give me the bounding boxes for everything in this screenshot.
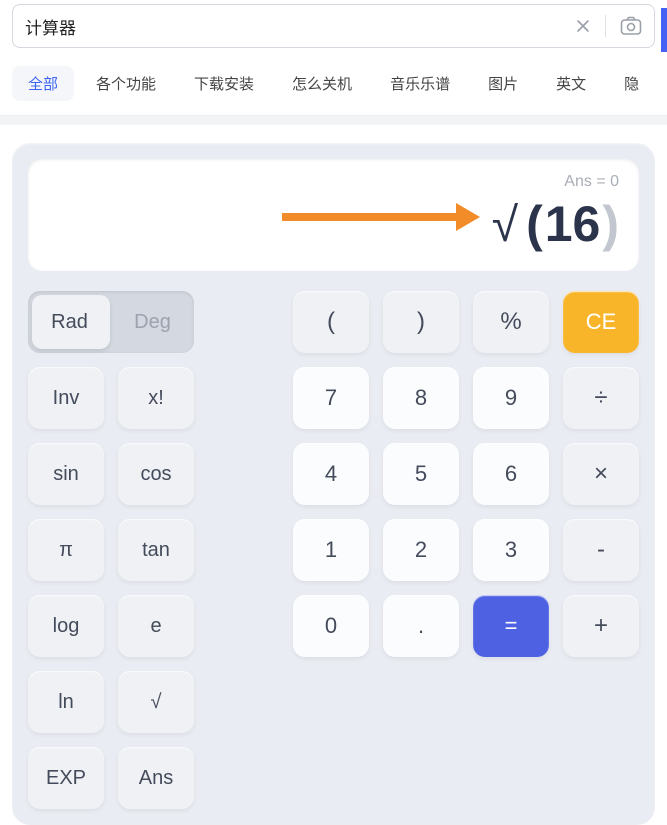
tab-all[interactable]: 全部 [12,66,74,101]
expr-lparen: ( [526,195,543,253]
btn-tan[interactable]: tan [118,519,194,581]
expr-rparen: ) [602,195,619,253]
angle-mode-toggle[interactable]: Rad Deg [28,291,194,353]
btn-ce[interactable]: CE [563,291,639,353]
btn-1[interactable]: 1 [293,519,369,581]
btn-lparen[interactable]: ( [293,291,369,353]
btn-5[interactable]: 5 [383,443,459,505]
search-bar [12,4,655,48]
btn-8[interactable]: 8 [383,367,459,429]
btn-pi[interactable]: π [28,519,104,581]
btn-cos[interactable]: cos [118,443,194,505]
btn-9[interactable]: 9 [473,367,549,429]
btn-2[interactable]: 2 [383,519,459,581]
btn-sin[interactable]: sin [28,443,104,505]
search-tabs: 全部 各个功能 下载安装 怎么关机 音乐乐谱 图片 英文 隐 [0,48,667,115]
btn-xfact[interactable]: x! [118,367,194,429]
btn-ans[interactable]: Ans [118,747,194,809]
btn-0[interactable]: 0 [293,595,369,657]
tab-download[interactable]: 下载安装 [178,66,270,101]
angle-rad[interactable]: Rad [28,311,111,334]
btn-equals[interactable]: = [473,595,549,657]
btn-divide[interactable]: ÷ [563,367,639,429]
calculator-display: Ans = 0 √ ( 16 ) [28,159,639,271]
calculator-card: Ans = 0 √ ( 16 ) Rad Deg ( ) % CE [12,143,655,825]
clear-icon[interactable] [575,18,591,34]
btn-dot[interactable]: . [383,595,459,657]
tab-images[interactable]: 图片 [472,66,534,101]
icon-divider [605,15,606,37]
search-button-edge[interactable] [661,8,667,52]
btn-add[interactable]: + [563,595,639,657]
btn-e[interactable]: e [118,595,194,657]
button-grid: Rad Deg ( ) % CE Inv x! 7 8 9 ÷ sin cos … [28,291,639,809]
tab-music[interactable]: 音乐乐谱 [374,66,466,101]
tab-features[interactable]: 各个功能 [80,66,172,101]
tab-english[interactable]: 英文 [540,66,602,101]
btn-multiply[interactable]: × [563,443,639,505]
search-input[interactable] [25,16,575,36]
btn-sqrt[interactable]: √ [118,671,194,733]
btn-rparen[interactable]: ) [383,291,459,353]
btn-6[interactable]: 6 [473,443,549,505]
btn-subtract[interactable]: - [563,519,639,581]
expr-value: 16 [545,195,601,253]
tab-more[interactable]: 隐 [608,66,655,101]
btn-percent[interactable]: % [473,291,549,353]
expr-sqrt: √ [492,198,518,253]
tab-shutdown[interactable]: 怎么关机 [276,66,368,101]
camera-icon[interactable] [620,16,642,36]
btn-3[interactable]: 3 [473,519,549,581]
btn-7[interactable]: 7 [293,367,369,429]
btn-exp[interactable]: EXP [28,747,104,809]
search-icons [575,15,642,37]
btn-ln[interactable]: ln [28,671,104,733]
btn-inv[interactable]: Inv [28,367,104,429]
page-divider [0,115,667,125]
btn-log[interactable]: log [28,595,104,657]
display-expression: √ ( 16 ) [48,195,619,253]
btn-4[interactable]: 4 [293,443,369,505]
angle-deg[interactable]: Deg [111,311,194,334]
display-ans: Ans = 0 [48,173,619,191]
